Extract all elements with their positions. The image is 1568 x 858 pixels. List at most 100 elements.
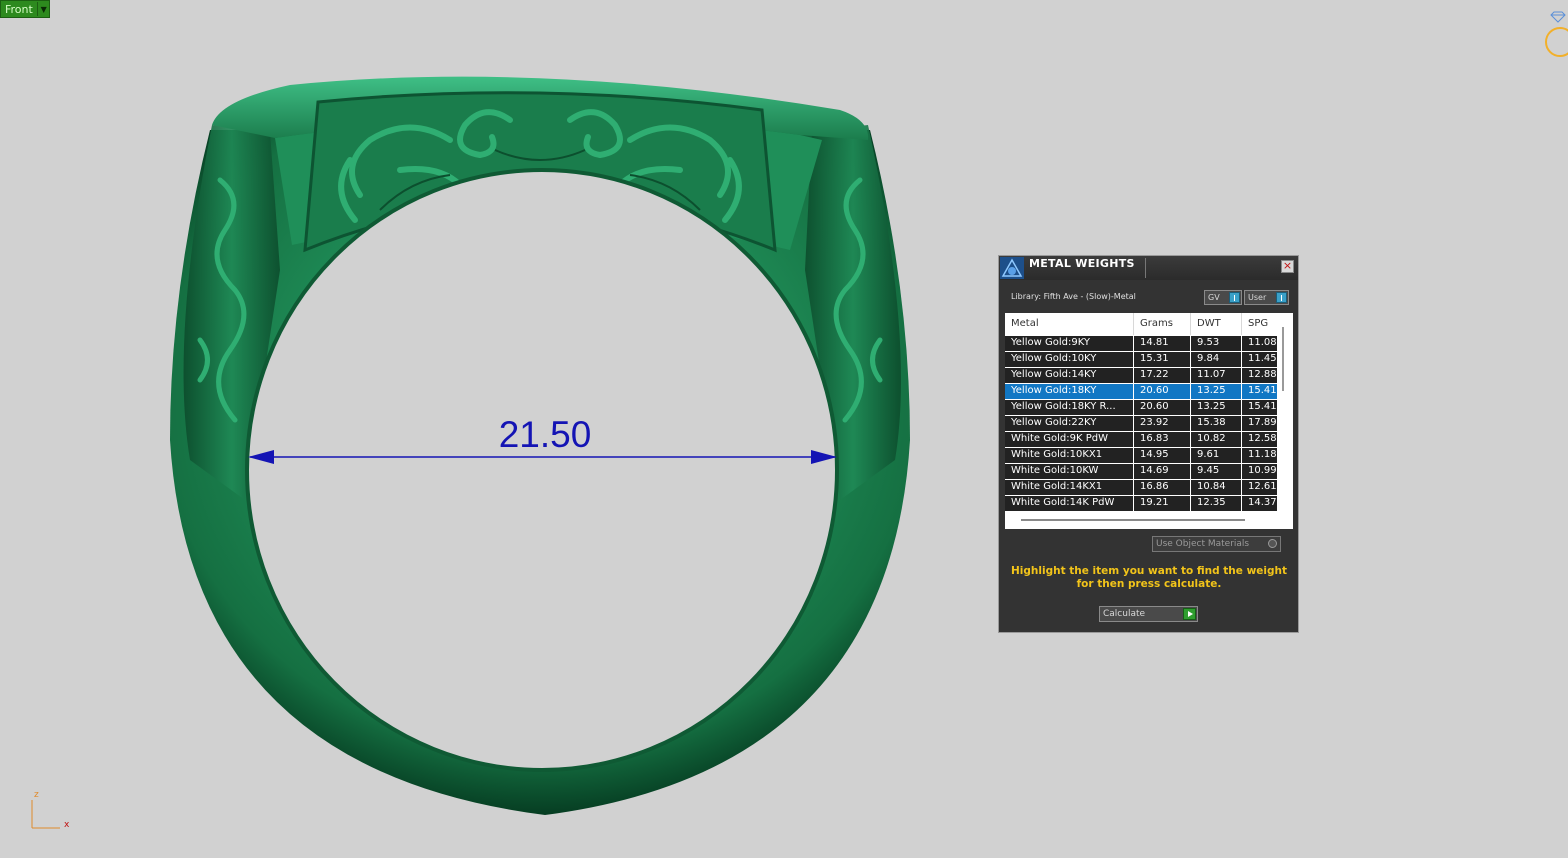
dimension-label: 21.50: [498, 414, 592, 455]
cell-divider: [1133, 400, 1134, 415]
spg-cell: 10.99: [1248, 465, 1277, 476]
cell-divider: [1190, 448, 1191, 463]
grams-cell: 14.95: [1140, 449, 1169, 460]
column-header-spg[interactable]: SPG: [1248, 318, 1277, 329]
metal-cell: White Gold:10KX1: [1011, 449, 1103, 460]
3d-viewport[interactable]: Front ▼ 21.50 z x: [0, 0, 1568, 858]
column-divider: [1241, 313, 1242, 335]
use-object-materials-label: Use Object Materials: [1156, 539, 1250, 549]
vertical-scrollbar[interactable]: [1282, 327, 1284, 391]
x-axis-label: x: [64, 820, 70, 830]
horizontal-scrollbar[interactable]: [1021, 519, 1245, 521]
cell-divider: [1133, 496, 1134, 511]
metal-cell: White Gold:14K PdW: [1011, 497, 1115, 508]
spg-cell: 12.58: [1248, 433, 1277, 444]
use-object-materials-option[interactable]: Use Object Materials: [1152, 536, 1281, 552]
column-divider: [1190, 313, 1191, 335]
table-row[interactable]: White Gold:10KX1 14.95 9.61 11.18: [1005, 448, 1277, 463]
dwt-cell: 13.25: [1197, 385, 1226, 396]
cell-divider: [1190, 496, 1191, 511]
spg-cell: 17.89: [1248, 417, 1277, 428]
dwt-cell: 9.45: [1197, 465, 1220, 476]
cell-divider: [1241, 352, 1242, 367]
z-axis-label: z: [34, 790, 39, 800]
cell-divider: [1133, 384, 1134, 399]
cell-divider: [1133, 416, 1134, 431]
spg-cell: 12.88: [1248, 369, 1277, 380]
table-body: Yellow Gold:9KY 14.81 9.53 11.08 Yellow Gold…: [1005, 336, 1277, 511]
panel-header[interactable]: METAL WEIGHTS ×: [999, 256, 1298, 280]
info-icon[interactable]: [1276, 292, 1287, 303]
column-divider: [1133, 313, 1134, 335]
cell-divider: [1241, 336, 1242, 351]
dwt-cell: 9.61: [1197, 449, 1220, 460]
cell-divider: [1133, 368, 1134, 383]
spg-cell: 12.61: [1248, 481, 1277, 492]
metal-cell: Yellow Gold:14KY: [1011, 369, 1097, 380]
cell-divider: [1133, 448, 1134, 463]
metal-cell: Yellow Gold:18KY R...: [1011, 401, 1116, 412]
user-toggle[interactable]: User: [1244, 290, 1289, 305]
dwt-cell: 11.07: [1197, 369, 1226, 380]
cell-divider: [1190, 352, 1191, 367]
chevron-down-icon[interactable]: ▼: [37, 2, 49, 16]
cell-divider: [1241, 432, 1242, 447]
app-logo-icon: [1000, 257, 1024, 279]
dwt-cell: 15.38: [1197, 417, 1226, 428]
cell-divider: [1241, 384, 1242, 399]
column-header-metal[interactable]: Metal: [1011, 318, 1133, 329]
cell-divider: [1190, 480, 1191, 495]
cell-divider: [1133, 464, 1134, 479]
cell-divider: [1241, 480, 1242, 495]
play-icon[interactable]: [1183, 608, 1196, 620]
metal-weights-panel: METAL WEIGHTS × Library: Fifth Ave - (Sl…: [998, 255, 1299, 633]
grams-cell: 20.60: [1140, 401, 1169, 412]
metal-table: Metal Grams DWT SPG Yellow Gold:9KY 14.81…: [1005, 313, 1293, 529]
spg-cell: 11.08: [1248, 337, 1277, 348]
column-header-grams[interactable]: Grams: [1140, 318, 1190, 329]
table-row[interactable]: White Gold:9K PdW 16.83 10.82 12.58: [1005, 432, 1277, 447]
navigation-cube-icon[interactable]: [1534, 8, 1568, 64]
grams-cell: 14.69: [1140, 465, 1169, 476]
grams-cell: 16.86: [1140, 481, 1169, 492]
gv-toggle[interactable]: GV: [1204, 290, 1242, 305]
table-row[interactable]: Yellow Gold:22KY 23.92 15.38 17.89: [1005, 416, 1277, 431]
cell-divider: [1190, 384, 1191, 399]
table-row[interactable]: Yellow Gold:10KY 15.31 9.84 11.45: [1005, 352, 1277, 367]
cell-divider: [1133, 336, 1134, 351]
grams-cell: 16.83: [1140, 433, 1169, 444]
cell-divider: [1190, 464, 1191, 479]
dwt-cell: 12.35: [1197, 497, 1226, 508]
grams-cell: 20.60: [1140, 385, 1169, 396]
table-row[interactable]: White Gold:14KX1 16.86 10.84 12.61: [1005, 480, 1277, 495]
spg-cell: 15.41: [1248, 385, 1277, 396]
metal-cell: White Gold:10KW: [1011, 465, 1099, 476]
table-row[interactable]: White Gold:10KW 14.69 9.45 10.99: [1005, 464, 1277, 479]
table-row[interactable]: Yellow Gold:18KY R... 20.60 13.25 15.41: [1005, 400, 1277, 415]
radio-icon[interactable]: [1268, 539, 1277, 548]
calculate-button[interactable]: Calculate: [1099, 606, 1198, 622]
cell-divider: [1133, 432, 1134, 447]
table-row[interactable]: White Gold:14K PdW 19.21 12.35 14.37: [1005, 496, 1277, 511]
table-row[interactable]: Yellow Gold:18KY 20.60 13.25 15.41: [1005, 384, 1277, 399]
view-name-dropdown[interactable]: Front ▼: [0, 0, 50, 18]
metal-cell: Yellow Gold:22KY: [1011, 417, 1097, 428]
dwt-cell: 9.53: [1197, 337, 1220, 348]
spg-cell: 14.37: [1248, 497, 1277, 508]
metal-cell: Yellow Gold:10KY: [1011, 353, 1097, 364]
metal-cell: Yellow Gold:18KY: [1011, 385, 1097, 396]
table-row[interactable]: Yellow Gold:9KY 14.81 9.53 11.08: [1005, 336, 1277, 351]
spg-cell: 11.45: [1248, 353, 1277, 364]
table-row[interactable]: Yellow Gold:14KY 17.22 11.07 12.88: [1005, 368, 1277, 383]
cell-divider: [1190, 336, 1191, 351]
cell-divider: [1190, 416, 1191, 431]
grams-cell: 23.92: [1140, 417, 1169, 428]
table-header: Metal Grams DWT SPG: [1005, 313, 1277, 335]
spg-cell: 15.41: [1248, 401, 1277, 412]
library-label: Library: Fifth Ave - (Slow)-Metal: [1011, 292, 1136, 301]
close-button[interactable]: ×: [1281, 260, 1294, 273]
dwt-cell: 10.82: [1197, 433, 1226, 444]
cell-divider: [1241, 368, 1242, 383]
column-header-dwt[interactable]: DWT: [1197, 318, 1245, 329]
info-icon[interactable]: [1229, 292, 1240, 303]
